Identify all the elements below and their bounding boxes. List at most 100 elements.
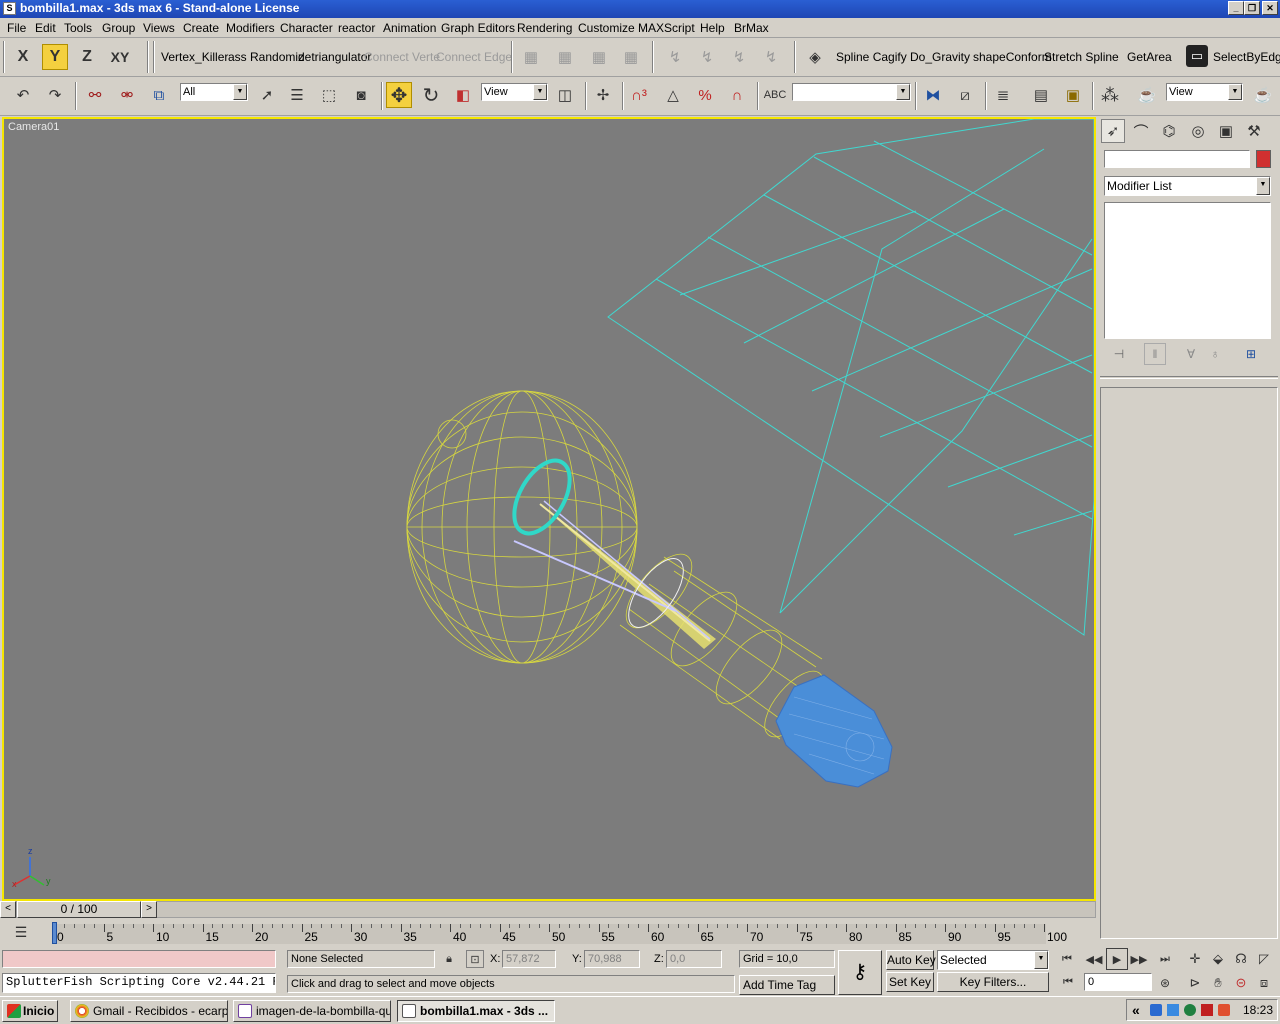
edit-named-selection-icon[interactable]: ABC (762, 82, 788, 108)
volume-icon[interactable] (1218, 1004, 1230, 1016)
set-key-icon[interactable]: ⚷ (838, 950, 882, 995)
render-scene-icon[interactable]: ☕ (1134, 82, 1160, 108)
app-icon[interactable]: S (3, 2, 16, 15)
time-slider-track[interactable] (16, 901, 1096, 918)
script-spline-cagify[interactable]: Spline Cagify (836, 50, 907, 64)
axis-y-button[interactable]: Y (42, 44, 68, 70)
spline-icon-4[interactable]: ↯ (758, 44, 784, 70)
task-gmail[interactable]: Gmail - Recibidos - ecarp... (70, 1000, 228, 1022)
time-slider-thumb[interactable]: 0 / 100 (17, 901, 141, 918)
align-icon[interactable]: ⧄ (952, 82, 978, 108)
create-tab-icon[interactable]: ➶ (1101, 119, 1125, 143)
object-color-swatch[interactable] (1256, 150, 1271, 168)
z-coordinate-field[interactable]: 0,0 (666, 950, 722, 968)
start-button[interactable]: Inicio (2, 1000, 58, 1022)
hierarchy-tab-icon[interactable]: ⌬ (1157, 119, 1181, 143)
trackbar-curve-icon[interactable]: ☰ (8, 920, 34, 944)
redo-icon[interactable]: ↷ (42, 82, 68, 108)
zoom-all-icon[interactable]: ⬙ (1207, 948, 1229, 970)
minimize-button[interactable]: _ (1228, 1, 1244, 15)
restore-button[interactable]: ❐ (1244, 1, 1260, 15)
quick-render-icon[interactable]: ☕ (1250, 82, 1276, 108)
x-coordinate-field[interactable]: 57,872 (502, 950, 556, 968)
select-object-icon[interactable]: ➚ (254, 82, 280, 108)
percent-snap-icon[interactable]: % (692, 82, 718, 108)
modifier-list-dropdown[interactable]: Modifier List ▼ (1104, 176, 1271, 196)
schematic-view-icon[interactable]: ▣ (1060, 82, 1086, 108)
bulb-socket[interactable] (775, 674, 893, 788)
spline-icon-3[interactable]: ↯ (726, 44, 752, 70)
field-of-view-icon[interactable]: ⊳ (1184, 972, 1206, 994)
menu-graph-editors[interactable]: Graph Editors (441, 21, 515, 35)
modifier-stack[interactable] (1104, 202, 1271, 339)
object-name-field[interactable] (1104, 150, 1250, 168)
zoom-icon[interactable]: ✛ (1184, 948, 1206, 970)
menu-edit[interactable]: Edit (35, 21, 56, 35)
angle-snap-icon[interactable]: △ (660, 82, 686, 108)
named-selection-dropdown[interactable]: ▼ (792, 83, 911, 101)
script-select-by-edge[interactable]: SelectByEdge (1213, 50, 1280, 64)
script-shape-conform[interactable]: shapeConform (973, 50, 1052, 64)
network-icon[interactable] (1150, 1004, 1162, 1016)
perspective-icon[interactable]: ◸ (1253, 948, 1275, 970)
window-crossing-icon[interactable]: ◙ (348, 82, 374, 108)
undo-icon[interactable]: ↶ (10, 82, 36, 108)
render-view-dropdown[interactable]: View ▼ (1166, 83, 1243, 101)
set-key-button[interactable]: Set Key (886, 972, 934, 992)
select-by-name-icon[interactable]: ☰ (284, 82, 310, 108)
maxscript-mini-listener[interactable]: SplutterFish Scripting Core v2.44.21 Ri (2, 973, 276, 993)
axis-x-button[interactable]: X (10, 44, 36, 70)
script-icon-2[interactable]: ▦ (552, 44, 578, 70)
task-image[interactable]: imagen-de-la-bombilla-que... (233, 1000, 391, 1022)
dolly-icon[interactable]: ☊ (1230, 948, 1252, 970)
toolbar-grip[interactable] (3, 41, 5, 73)
mirror-icon[interactable]: ⧓ (920, 82, 946, 108)
go-to-start-icon[interactable]: ⏮ (1056, 948, 1078, 970)
script-connect-vertex[interactable]: Connect Verte (364, 50, 440, 64)
trackbar-current-frame[interactable] (52, 922, 57, 944)
show-end-result-icon[interactable]: ‖ (1144, 343, 1166, 365)
script-do-gravity[interactable]: Do_Gravity (910, 50, 970, 64)
snaps-toggle-icon[interactable]: ∩³ (626, 82, 652, 108)
menu-customize[interactable]: Customize (578, 21, 635, 35)
select-and-move-icon[interactable]: ✥ (386, 82, 412, 108)
go-to-end-icon[interactable]: ⏭ (1154, 948, 1176, 970)
menu-reactor[interactable]: reactor (338, 21, 375, 35)
menu-group[interactable]: Group (102, 21, 135, 35)
rollout-area[interactable] (1100, 387, 1278, 939)
select-and-scale-icon[interactable]: ◧ (450, 82, 476, 108)
curve-editor-icon[interactable]: ▤ (1028, 82, 1054, 108)
material-editor-icon[interactable]: ⁂ (1097, 82, 1123, 108)
configure-modifier-sets-icon[interactable]: ⊞ (1240, 343, 1262, 365)
menu-create[interactable]: Create (183, 21, 219, 35)
camera-viewport[interactable]: Camera01 z x y (2, 117, 1096, 901)
tray-app-icon[interactable] (1167, 1004, 1179, 1016)
script-vertex-killer[interactable]: Vertex_Killer (161, 50, 228, 64)
time-next-icon[interactable]: > (141, 901, 157, 918)
rectangular-selection-icon[interactable]: ⬚ (316, 82, 342, 108)
ground-plane[interactable] (607, 119, 1094, 636)
pan-icon[interactable]: ✋︎ (1207, 972, 1229, 994)
menu-animation[interactable]: Animation (383, 21, 436, 35)
script-connect-edge[interactable]: Connect Edge (436, 50, 512, 64)
menu-brmax[interactable]: BrMax (734, 21, 769, 35)
script-icon-1[interactable]: ▦ (518, 44, 544, 70)
pin-stack-icon[interactable]: ⊣ (1108, 343, 1130, 365)
axis-xy-button[interactable]: XY (104, 44, 136, 70)
add-time-tag-button[interactable]: Add Time Tag (739, 975, 835, 995)
filament[interactable] (503, 451, 716, 649)
spinner-snap-icon[interactable]: ∩ (724, 82, 750, 108)
tray-m-icon[interactable] (1201, 1004, 1213, 1016)
maxscript-mini-listener-pink[interactable] (2, 950, 276, 968)
tray-expand-icon[interactable]: « (1132, 1002, 1140, 1018)
script-randomize[interactable]: ass Randomiz (228, 50, 304, 64)
menu-file[interactable]: File (7, 21, 26, 35)
task-3dsmax[interactable]: bombilla1.max - 3ds ... (397, 1000, 555, 1022)
absolute-mode-icon[interactable]: ⊡ (466, 950, 484, 968)
menu-rendering[interactable]: Rendering (517, 21, 572, 35)
reference-coord-dropdown[interactable]: View ▼ (481, 83, 548, 101)
menu-help[interactable]: Help (700, 21, 725, 35)
pivot-center-icon[interactable]: ◫ (552, 82, 578, 108)
antivirus-icon[interactable] (1184, 1004, 1196, 1016)
script-detriangulator[interactable]: detriangulator (298, 50, 371, 64)
